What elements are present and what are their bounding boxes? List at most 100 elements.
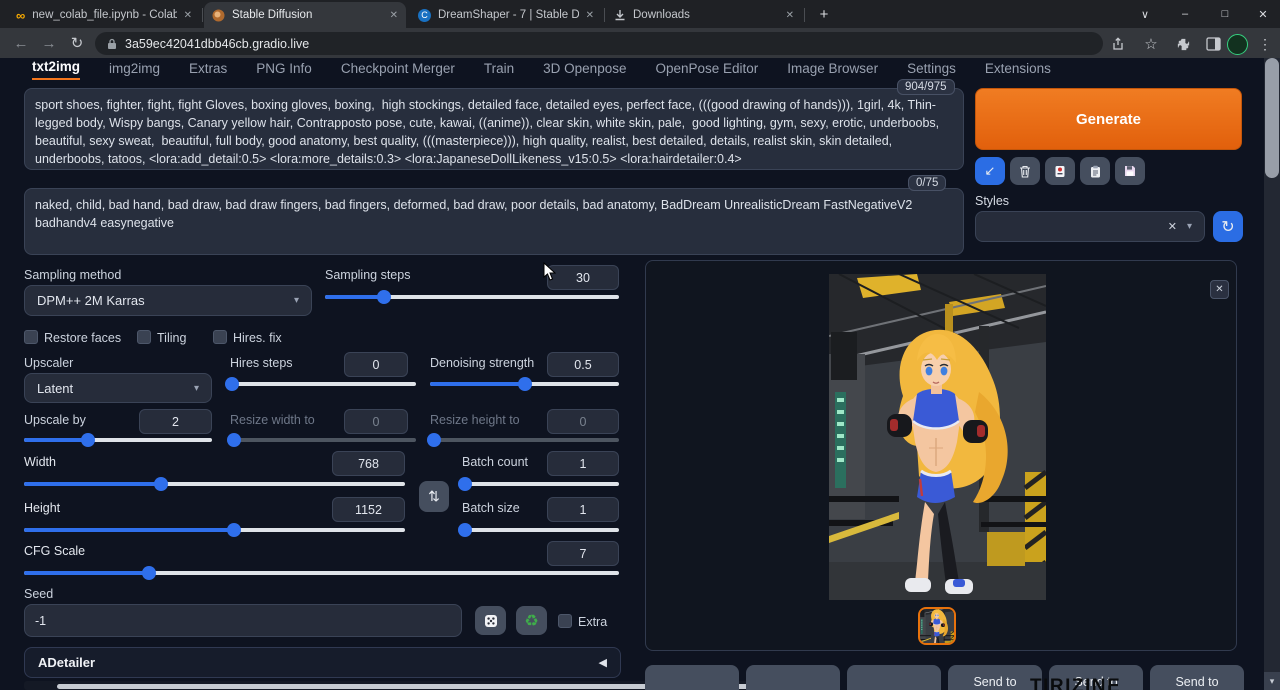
tab-close-icon[interactable]: ✕: [184, 10, 192, 21]
tab-extras[interactable]: Extras: [189, 61, 227, 80]
apply-style-clipboard-icon[interactable]: [1080, 157, 1110, 185]
save-image-button[interactable]: [645, 665, 739, 690]
gallery-thumbnail[interactable]: [918, 607, 956, 645]
slider-knob[interactable]: [377, 290, 391, 304]
hires-steps-slider[interactable]: [230, 377, 416, 391]
sampling-method-label: Sampling method: [24, 268, 121, 282]
extensions-puzzle-icon[interactable]: [1172, 33, 1194, 55]
tab-train[interactable]: Train: [484, 61, 514, 80]
upscaler-dropdown[interactable]: Latent ▾: [24, 373, 212, 403]
denoising-strength-value[interactable]: [547, 352, 619, 377]
sampling-steps-slider[interactable]: [325, 290, 619, 304]
browser-tab-colab[interactable]: ∞ new_colab_file.ipynb - Colaborat ✕: [8, 2, 200, 28]
extra-networks-card-icon[interactable]: [1045, 157, 1075, 185]
close-preview-icon[interactable]: ✕: [1210, 280, 1229, 299]
extra-seed-checkbox[interactable]: [558, 614, 572, 628]
send-to-img2img-button[interactable]: Send to: [948, 665, 1042, 690]
clear-styles-icon[interactable]: ✕: [1168, 220, 1177, 233]
tiling-checkbox[interactable]: [137, 330, 151, 344]
save-style-floppy-icon[interactable]: [1115, 157, 1145, 185]
slider-knob[interactable]: [81, 433, 95, 447]
tab-img2img[interactable]: img2img: [109, 61, 160, 80]
width-slider[interactable]: [24, 477, 405, 491]
side-panel-icon[interactable]: [1202, 33, 1224, 55]
tab-3d-openpose[interactable]: 3D Openpose: [543, 61, 626, 80]
tab-settings[interactable]: Settings: [907, 61, 956, 80]
reload-icon[interactable]: ↻: [64, 31, 90, 55]
upscale-by-slider[interactable]: [24, 433, 212, 447]
window-maximize-icon[interactable]: □: [1208, 0, 1242, 28]
sampling-method-dropdown[interactable]: DPM++ 2M Karras ▾: [24, 285, 312, 316]
slider-knob[interactable]: [154, 477, 168, 491]
slider-knob[interactable]: [458, 523, 472, 537]
new-tab-button[interactable]: +: [810, 0, 838, 28]
tab-close-icon[interactable]: ✕: [586, 10, 594, 21]
clear-prompt-trash-icon[interactable]: [1010, 157, 1040, 185]
scrollbar-down-arrow-icon[interactable]: ▾: [1264, 672, 1280, 690]
resize-height-value: [547, 409, 619, 434]
cfg-scale-slider[interactable]: [24, 566, 619, 580]
window-close-icon[interactable]: ✕: [1246, 0, 1280, 28]
height-slider[interactable]: [24, 523, 405, 537]
window-menu-icon[interactable]: ∨: [1128, 0, 1162, 28]
slider-knob[interactable]: [227, 523, 241, 537]
generate-button[interactable]: Generate: [975, 88, 1242, 150]
denoising-strength-slider[interactable]: [430, 377, 619, 391]
scrollbar-thumb[interactable]: [1265, 58, 1279, 178]
batch-count-value[interactable]: [547, 451, 619, 476]
browser-tab-downloads[interactable]: Downloads ✕: [606, 2, 802, 28]
tab-close-icon[interactable]: ✕: [786, 10, 794, 21]
back-icon[interactable]: ←: [8, 31, 34, 55]
upscale-by-value[interactable]: [139, 409, 212, 434]
page-scrollbar[interactable]: ▾: [1264, 58, 1280, 690]
browser-tab-dreamshaper[interactable]: C DreamShaper - 7 | Stable Diffusio ✕: [410, 2, 602, 28]
read-params-arrow-icon[interactable]: ↙: [975, 157, 1005, 185]
cfg-scale-value[interactable]: [547, 541, 619, 566]
width-value[interactable]: [332, 451, 405, 476]
forward-icon[interactable]: →: [36, 31, 62, 55]
refresh-styles-icon[interactable]: ↻: [1213, 211, 1243, 242]
bookmark-star-icon[interactable]: ☆: [1140, 33, 1162, 55]
tab-close-icon[interactable]: ✕: [390, 10, 398, 21]
browser-tab-stable-diffusion[interactable]: Stable Diffusion ✕: [204, 2, 406, 28]
tab-image-browser[interactable]: Image Browser: [787, 61, 878, 80]
browser-menu-dots-icon[interactable]: ⋮: [1254, 33, 1276, 55]
slider-knob[interactable]: [518, 377, 532, 391]
open-folder-button[interactable]: [847, 665, 941, 690]
tab-openpose-editor[interactable]: OpenPose Editor: [655, 61, 758, 80]
window-minimize-icon[interactable]: –: [1168, 0, 1202, 28]
height-value[interactable]: [332, 497, 405, 522]
sampling-steps-value[interactable]: [547, 265, 619, 290]
seed-input[interactable]: [24, 604, 462, 637]
share-icon[interactable]: [1108, 33, 1130, 55]
save-zip-button[interactable]: [746, 665, 840, 690]
adetailer-accordion[interactable]: ADetailer ◀: [24, 647, 621, 678]
negative-prompt-input[interactable]: naked, child, bad hand, bad draw, bad dr…: [24, 188, 964, 255]
tab-png-info[interactable]: PNG Info: [256, 61, 312, 80]
batch-size-value[interactable]: [547, 497, 619, 522]
send-to-extras-button[interactable]: Send to: [1150, 665, 1244, 690]
generated-image-preview[interactable]: [829, 274, 1046, 600]
tab-txt2img[interactable]: txt2img: [32, 59, 80, 80]
tab-extensions[interactable]: Extensions: [985, 61, 1051, 80]
styles-dropdown[interactable]: ✕ ▾: [975, 211, 1205, 242]
upscaler-value: Latent: [37, 381, 73, 396]
slider-knob[interactable]: [142, 566, 156, 580]
restore-faces-checkbox[interactable]: [24, 330, 38, 344]
random-seed-dice-icon[interactable]: [475, 606, 506, 635]
tab-title: Downloads: [633, 9, 779, 21]
tab-checkpoint-merger[interactable]: Checkpoint Merger: [341, 61, 455, 80]
prompt-input[interactable]: sport shoes, fighter, fight, fight Glove…: [24, 88, 964, 170]
denoising-strength-label: Denoising strength: [430, 356, 534, 370]
batch-size-slider[interactable]: [462, 523, 619, 537]
hires-steps-value[interactable]: [344, 352, 408, 377]
slider-knob[interactable]: [225, 377, 239, 391]
adetailer-label: ADetailer: [38, 655, 95, 670]
reuse-seed-recycle-icon[interactable]: ♻: [516, 606, 547, 635]
slider-knob[interactable]: [458, 477, 472, 491]
profile-avatar[interactable]: [1226, 33, 1248, 55]
swap-width-height-icon[interactable]: ⇅: [419, 481, 449, 512]
hires-fix-checkbox[interactable]: [213, 330, 227, 344]
url-bar[interactable]: 3a59ec42041dbb46cb.gradio.live: [95, 32, 1103, 55]
batch-count-slider[interactable]: [462, 477, 619, 491]
